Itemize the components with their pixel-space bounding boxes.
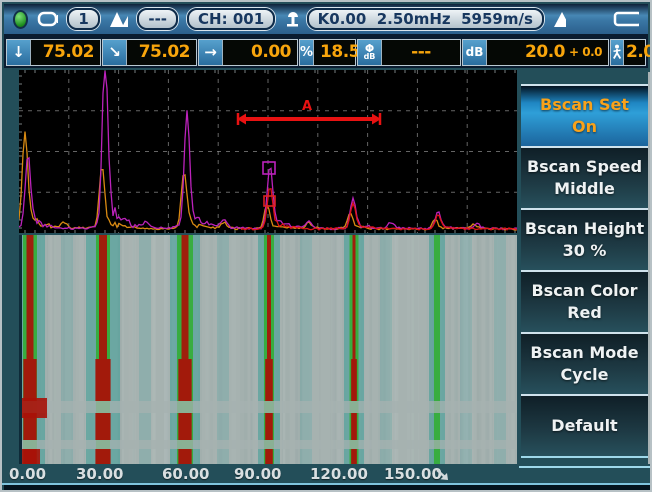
distance-axis: 0.00 30.00 60.00 90.00 120.00 150.00 <box>4 464 652 483</box>
reading-value: 2.0 <box>624 40 652 65</box>
marker-triangle-icon <box>553 11 567 28</box>
reading-value: 75.02 <box>31 40 100 65</box>
top-status-bar: 1 --- CH: 001 K0.00 2.50mHz 5959m/s <box>4 4 648 36</box>
menu-default[interactable]: Default <box>521 394 648 456</box>
reading-value: 75.02 <box>127 40 196 65</box>
axis-tick: 90.00 <box>234 465 281 483</box>
reading-gain: dB 20.0+ 0.0 <box>462 39 609 66</box>
scroll-direction-arrow-icon <box>434 467 452 483</box>
reading-value: 20.0+ 0.0 <box>487 40 608 65</box>
menu-bscan-height[interactable]: Bscan Height 30 % <box>521 208 648 270</box>
channel-badge: CH: 001 <box>187 8 275 30</box>
reading-sound-path: ↘ 75.02 <box>102 39 197 66</box>
menu-bscan-speed[interactable]: Bscan Speed Middle <box>521 146 648 208</box>
menu-label: Bscan Speed <box>521 158 648 176</box>
reading-value: --- <box>382 40 460 65</box>
menu-value: Middle <box>521 180 648 198</box>
reading-projection: → 0.00 <box>198 39 298 66</box>
menu-value: Cycle <box>521 366 648 384</box>
reading-value: 0.00 <box>223 40 297 65</box>
bscan-waterfall <box>19 235 517 464</box>
softkey-menu: Bscan Set On Bscan Speed Middle Bscan He… <box>521 84 648 458</box>
gain-increment: + 0.0 <box>569 45 602 59</box>
menu-label: Bscan Mode <box>521 344 648 362</box>
measurement-readings-bar: ↓ 75.02 ↘ 75.02 → 0.00 % 18.5 ΦdB --- dB… <box>4 36 648 68</box>
axis-tick: 120.00 <box>310 465 368 483</box>
menu-value: 30 % <box>521 242 648 260</box>
connector-icon <box>284 10 298 29</box>
phi-db-icon: ΦdB <box>358 40 382 65</box>
percent-icon: % <box>300 40 314 65</box>
dual-element-icon <box>109 11 129 28</box>
ascan-plot: A <box>19 70 517 233</box>
axis-tick: 30.00 <box>76 465 123 483</box>
battery-icon <box>613 10 639 28</box>
menu-bscan-color[interactable]: Bscan Color Red <box>521 270 648 332</box>
arrow-down-icon: ↓ <box>7 40 31 65</box>
arrow-right-icon: → <box>199 40 223 65</box>
probe-icon <box>37 10 58 28</box>
menu-label: Bscan Color <box>521 282 648 300</box>
walker-icon <box>611 40 624 65</box>
status-led <box>13 10 28 29</box>
device-screen: 1 --- CH: 001 K0.00 2.50mHz 5959m/s ↓ 75… <box>0 0 652 492</box>
menu-label: Bscan Height <box>521 220 648 238</box>
reading-phi-db: ΦdB --- <box>357 39 461 66</box>
axis-tick: 0.00 <box>9 465 46 483</box>
axis-tick: 60.00 <box>162 465 209 483</box>
menu-value: Red <box>521 304 648 322</box>
probe-info-badge: K0.00 2.50mHz 5959m/s <box>307 8 544 30</box>
right-bezel-strip <box>648 72 652 464</box>
menu-value: On <box>521 118 648 136</box>
menu-label: Bscan Set <box>521 96 648 114</box>
reading-amplitude-percent: % 18.5 <box>299 39 356 66</box>
reading-depth: ↓ 75.02 <box>6 39 101 66</box>
menu-bscan-set[interactable]: Bscan Set On <box>521 84 648 146</box>
menu-bscan-mode[interactable]: Bscan Mode Cycle <box>521 332 648 394</box>
arrow-down-right-icon: ↘ <box>103 40 127 65</box>
range-mode-badge: --- <box>137 8 178 30</box>
bottom-edge <box>4 485 652 492</box>
probe-count-badge: 1 <box>67 8 99 30</box>
svg-text:A: A <box>302 99 312 114</box>
reading-step: 2.0 <box>610 39 646 66</box>
menu-label: Default <box>521 417 648 435</box>
db-icon: dB <box>463 40 487 65</box>
